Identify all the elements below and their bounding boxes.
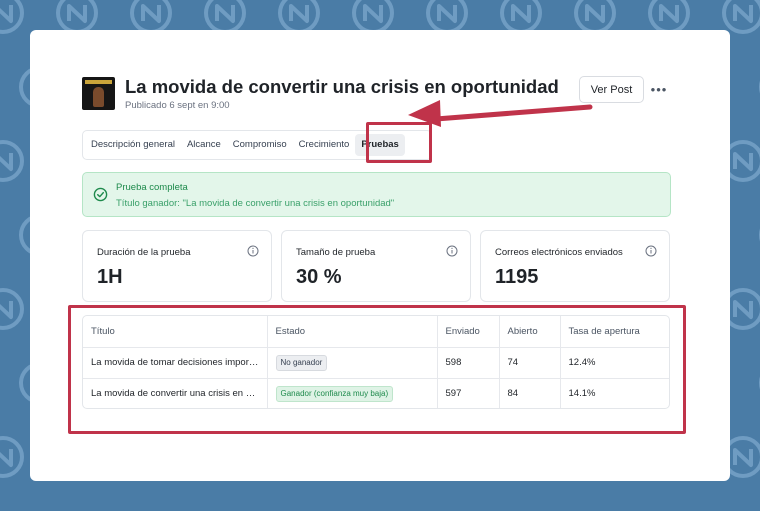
column-header-sent: Enviado bbox=[437, 316, 500, 348]
more-options-button[interactable]: ••• bbox=[650, 76, 668, 102]
row-title: La movida de tomar decisiones importante… bbox=[83, 347, 268, 379]
tab-crecimiento[interactable]: Crecimiento bbox=[293, 134, 356, 156]
stat-label: Tamaño de prueba bbox=[296, 247, 376, 258]
column-header-title: Título bbox=[83, 316, 268, 348]
brand-logo-icon bbox=[0, 0, 24, 34]
info-icon[interactable] bbox=[446, 245, 458, 257]
row-open-rate: 12.4% bbox=[560, 347, 669, 379]
column-header-status: Estado bbox=[267, 316, 438, 348]
row-title: La movida de convertir una crisis en opo… bbox=[83, 378, 268, 408]
stat-value: 1195 bbox=[495, 266, 539, 288]
tab-compromiso[interactable]: Compromiso bbox=[227, 134, 293, 156]
check-circle-icon bbox=[93, 187, 108, 202]
test-variants-table: Título Estado Enviado Abierto Tasa de ap… bbox=[82, 315, 670, 409]
tab-pruebas[interactable]: Pruebas bbox=[355, 134, 405, 156]
brand-logo-icon bbox=[0, 436, 24, 478]
row-open-rate: 14.1% bbox=[568, 388, 596, 400]
alert-title: Prueba completa bbox=[116, 182, 188, 193]
row-opened: 84 bbox=[499, 378, 561, 408]
ellipsis-icon: ••• bbox=[650, 81, 668, 97]
test-results-card: La movida de convertir una crisis en opo… bbox=[30, 30, 730, 481]
stat-card-duration: Duración de la prueba 1H bbox=[82, 230, 272, 302]
tab-bar: Descripción general Alcance Compromiso C… bbox=[82, 130, 432, 160]
info-icon[interactable] bbox=[247, 245, 259, 257]
tab-descripcion-general[interactable]: Descripción general bbox=[85, 134, 181, 156]
post-published-date: Publicado 6 sept en 9:00 bbox=[125, 100, 230, 111]
stat-value: 1H bbox=[97, 266, 123, 288]
row-status: Ganador (confianza muy baja) bbox=[267, 378, 438, 408]
info-icon[interactable] bbox=[645, 245, 657, 257]
row-sent: 597 bbox=[437, 378, 500, 408]
tab-alcance[interactable]: Alcance bbox=[181, 134, 227, 156]
table-header-row: Título Estado Enviado Abierto Tasa de ap… bbox=[83, 316, 669, 348]
stat-label: Correos electrónicos enviados bbox=[495, 247, 623, 258]
stat-label: Duración de la prueba bbox=[97, 247, 191, 258]
column-header-open-rate: Tasa de apertura bbox=[560, 316, 669, 348]
row-status: No ganador bbox=[267, 347, 438, 379]
test-complete-alert: Prueba completa Título ganador: "La movi… bbox=[82, 172, 671, 217]
column-header-opened: Abierto bbox=[499, 316, 561, 348]
annotation-arrow-icon bbox=[408, 100, 593, 127]
brand-logo-icon bbox=[0, 140, 24, 182]
row-opened: 74 bbox=[499, 347, 561, 379]
status-badge: Ganador (confianza muy baja) bbox=[275, 385, 394, 402]
table-row[interactable]: La movida de convertir una crisis en opo… bbox=[83, 378, 669, 408]
post-thumbnail bbox=[82, 77, 115, 110]
brand-logo-icon bbox=[0, 288, 24, 330]
stat-card-emails-sent: Correos electrónicos enviados 1195 bbox=[480, 230, 670, 302]
alert-subtitle: Título ganador: "La movida de convertir … bbox=[116, 198, 395, 209]
status-badge: No ganador bbox=[275, 354, 328, 371]
stat-value: 30 % bbox=[296, 266, 342, 288]
row-sent: 598 bbox=[437, 347, 500, 379]
stat-card-test-size: Tamaño de prueba 30 % bbox=[281, 230, 471, 302]
table-row[interactable]: La movida de tomar decisiones importante… bbox=[83, 347, 669, 379]
